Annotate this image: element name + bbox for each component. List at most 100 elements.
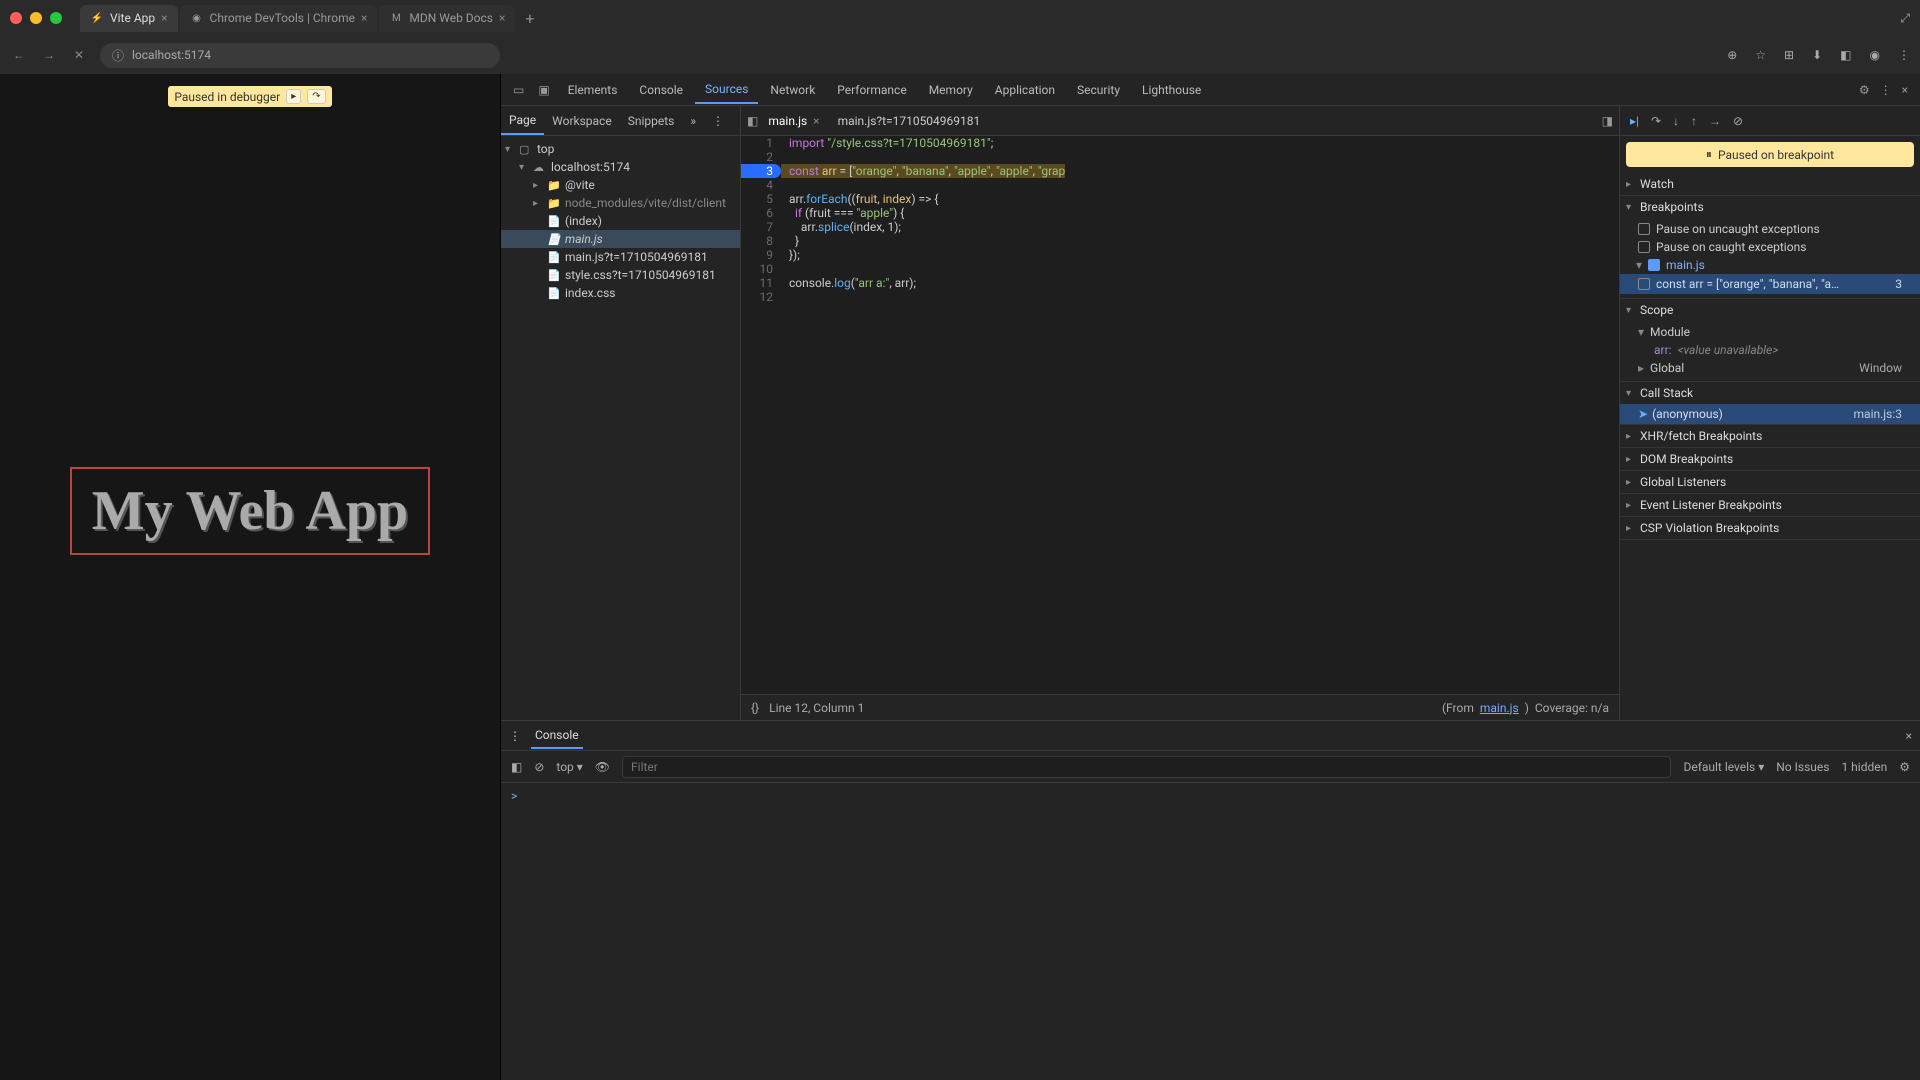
minimize-window[interactable]	[30, 12, 42, 24]
back-button[interactable]: ←	[10, 48, 28, 62]
console-filter-input[interactable]	[622, 756, 1671, 778]
nav-tab-page[interactable]: Page	[501, 107, 544, 135]
tab-network[interactable]: Network	[760, 77, 825, 103]
deactivate-bp-icon[interactable]: ⊘	[1733, 114, 1743, 128]
tree-host[interactable]: ▾☁localhost:5174	[501, 158, 740, 176]
console-settings-icon[interactable]: ⚙	[1899, 760, 1910, 774]
bookmark-icon[interactable]: ☆	[1755, 48, 1766, 62]
extensions-icon[interactable]: ⊞	[1784, 48, 1794, 62]
search-icon[interactable]: ⊕	[1727, 48, 1737, 62]
step-overlay-button[interactable]: ↷	[307, 89, 325, 104]
toggle-navigator-icon[interactable]: ◧	[747, 114, 758, 128]
menu-icon[interactable]: ⋮	[1898, 48, 1910, 62]
scope-var-arr[interactable]: arr:<value unavailable>	[1620, 341, 1920, 359]
step-out-icon[interactable]: ↑	[1691, 114, 1697, 128]
address-bar[interactable]: ⓘ localhost:5174	[100, 43, 500, 68]
bp-file-row[interactable]: ▾main.js	[1620, 256, 1920, 274]
step-icon[interactable]: →	[1709, 114, 1721, 128]
close-window[interactable]	[10, 12, 22, 24]
close-file-icon[interactable]: ×	[813, 114, 819, 128]
section-scope[interactable]: ▾Scope	[1620, 299, 1920, 321]
editor-status-bar: {} Line 12, Column 1 (From main.js) Cove…	[741, 694, 1619, 720]
tree-file[interactable]: 📄style.css?t=1710504969181	[501, 266, 740, 284]
tree-node-modules[interactable]: ▸📁node_modules/vite/dist/client	[501, 194, 740, 212]
toggle-debugger-icon[interactable]: ◨	[1602, 114, 1613, 128]
new-tab-button[interactable]: +	[517, 5, 542, 32]
tab-lighthouse[interactable]: Lighthouse	[1132, 77, 1211, 103]
context-selector[interactable]: top ▾	[556, 760, 582, 774]
step-into-icon[interactable]: ↓	[1673, 114, 1679, 128]
section-watch[interactable]: ▸Watch	[1620, 173, 1920, 195]
tree-file[interactable]: 📄index.css	[501, 284, 740, 302]
section-event[interactable]: ▸Event Listener Breakpoints	[1620, 494, 1920, 516]
settings-icon[interactable]: ⚙	[1859, 83, 1870, 97]
tree-file[interactable]: 📄main.js?t=1710504969181	[501, 248, 740, 266]
tab-performance[interactable]: Performance	[827, 77, 916, 103]
file-tree[interactable]: ▾▢top ▾☁localhost:5174 ▸📁@vite ▸📁node_mo…	[501, 136, 740, 720]
browser-tab-devtools[interactable]: ◉ Chrome DevTools | Chrome ×	[180, 5, 378, 32]
sidepanel-icon[interactable]: ◧	[1840, 48, 1851, 62]
section-csp[interactable]: ▸CSP Violation Breakpoints	[1620, 517, 1920, 539]
tree-top[interactable]: ▾▢top	[501, 140, 740, 158]
section-breakpoints[interactable]: ▾Breakpoints	[1620, 196, 1920, 218]
step-over-icon[interactable]: ↷	[1651, 114, 1661, 128]
pretty-print-icon[interactable]: {}	[751, 701, 759, 715]
close-drawer-icon[interactable]: ×	[1906, 729, 1912, 743]
tree-file-main[interactable]: 📄main.js	[501, 230, 740, 248]
section-xhr[interactable]: ▸XHR/fetch Breakpoints	[1620, 425, 1920, 447]
drawer-menu-icon[interactable]: ⋮	[509, 729, 521, 743]
pause-uncaught-checkbox[interactable]: Pause on uncaught exceptions	[1620, 220, 1920, 238]
tab-memory[interactable]: Memory	[919, 77, 983, 103]
forward-button[interactable]: →	[40, 48, 58, 62]
tab-application[interactable]: Application	[985, 77, 1065, 103]
profile-icon[interactable]: ◉	[1870, 48, 1880, 62]
section-callstack[interactable]: ▾Call Stack	[1620, 382, 1920, 404]
more-icon[interactable]: ⋮	[1880, 83, 1892, 97]
bp-line-row[interactable]: const arr = ["orange", "banana", "a…3	[1620, 274, 1920, 294]
section-dom[interactable]: ▸DOM Breakpoints	[1620, 448, 1920, 470]
nav-more-icon[interactable]: »	[682, 108, 704, 134]
sidebar-toggle-icon[interactable]: ◧	[511, 760, 522, 774]
tab-console[interactable]: Console	[629, 77, 693, 103]
hidden-count[interactable]: 1 hidden	[1841, 760, 1887, 774]
pause-caught-checkbox[interactable]: Pause on caught exceptions	[1620, 238, 1920, 256]
file-tab-main-ts[interactable]: main.js?t=1710504969181	[830, 110, 989, 132]
breakpoint-marker[interactable]: 3	[741, 164, 781, 178]
reload-button[interactable]: ✕	[70, 48, 88, 62]
source-link[interactable]: main.js	[1480, 701, 1519, 715]
expand-icon[interactable]: ⤢	[1900, 11, 1910, 26]
tree-file[interactable]: 📄(index)	[501, 212, 740, 230]
scope-module[interactable]: ▾Module	[1620, 323, 1920, 341]
maximize-window[interactable]	[50, 12, 62, 24]
device-toolbar-icon[interactable]: ▣	[532, 83, 555, 97]
nav-tab-snippets[interactable]: Snippets	[620, 108, 683, 134]
nav-tab-workspace[interactable]: Workspace	[544, 108, 620, 134]
site-info-icon[interactable]: ⓘ	[112, 47, 124, 64]
browser-tab-vite[interactable]: ⚡ Vite App ×	[80, 5, 178, 32]
browser-tab-mdn[interactable]: M MDN Web Docs ×	[379, 5, 515, 32]
callstack-frame[interactable]: ➤(anonymous)main.js:3	[1620, 404, 1920, 424]
close-tab-icon[interactable]: ×	[361, 11, 367, 25]
nav-menu-icon[interactable]: ⋮	[704, 108, 732, 134]
tab-sources[interactable]: Sources	[695, 76, 758, 104]
live-expression-icon[interactable]: 👁	[595, 760, 610, 774]
console-body[interactable]: >	[501, 783, 1920, 1080]
tab-elements[interactable]: Elements	[558, 77, 628, 103]
file-tab-main[interactable]: main.js×	[760, 110, 827, 132]
app-heading: My Web App	[70, 467, 430, 555]
clear-console-icon[interactable]: ⊘	[534, 760, 544, 774]
drawer-tab-console[interactable]: Console	[531, 723, 583, 749]
inspect-icon[interactable]: ▭	[507, 83, 530, 97]
close-tab-icon[interactable]: ×	[161, 11, 167, 25]
log-levels-dropdown[interactable]: Default levels ▾	[1683, 760, 1764, 774]
scope-global[interactable]: ▸GlobalWindow	[1620, 359, 1920, 377]
tree-vite[interactable]: ▸📁@vite	[501, 176, 740, 194]
resume-overlay-button[interactable]: ▸	[286, 89, 301, 104]
downloads-icon[interactable]: ⬇	[1812, 48, 1822, 62]
close-devtools-icon[interactable]: ×	[1902, 83, 1908, 97]
code-editor[interactable]: 1import "/style.css?t=1710504969181"; 2 …	[741, 136, 1619, 694]
resume-button[interactable]: ▸|	[1630, 114, 1639, 128]
close-tab-icon[interactable]: ×	[499, 11, 505, 25]
tab-security[interactable]: Security	[1067, 77, 1130, 103]
section-global-listeners[interactable]: ▸Global Listeners	[1620, 471, 1920, 493]
